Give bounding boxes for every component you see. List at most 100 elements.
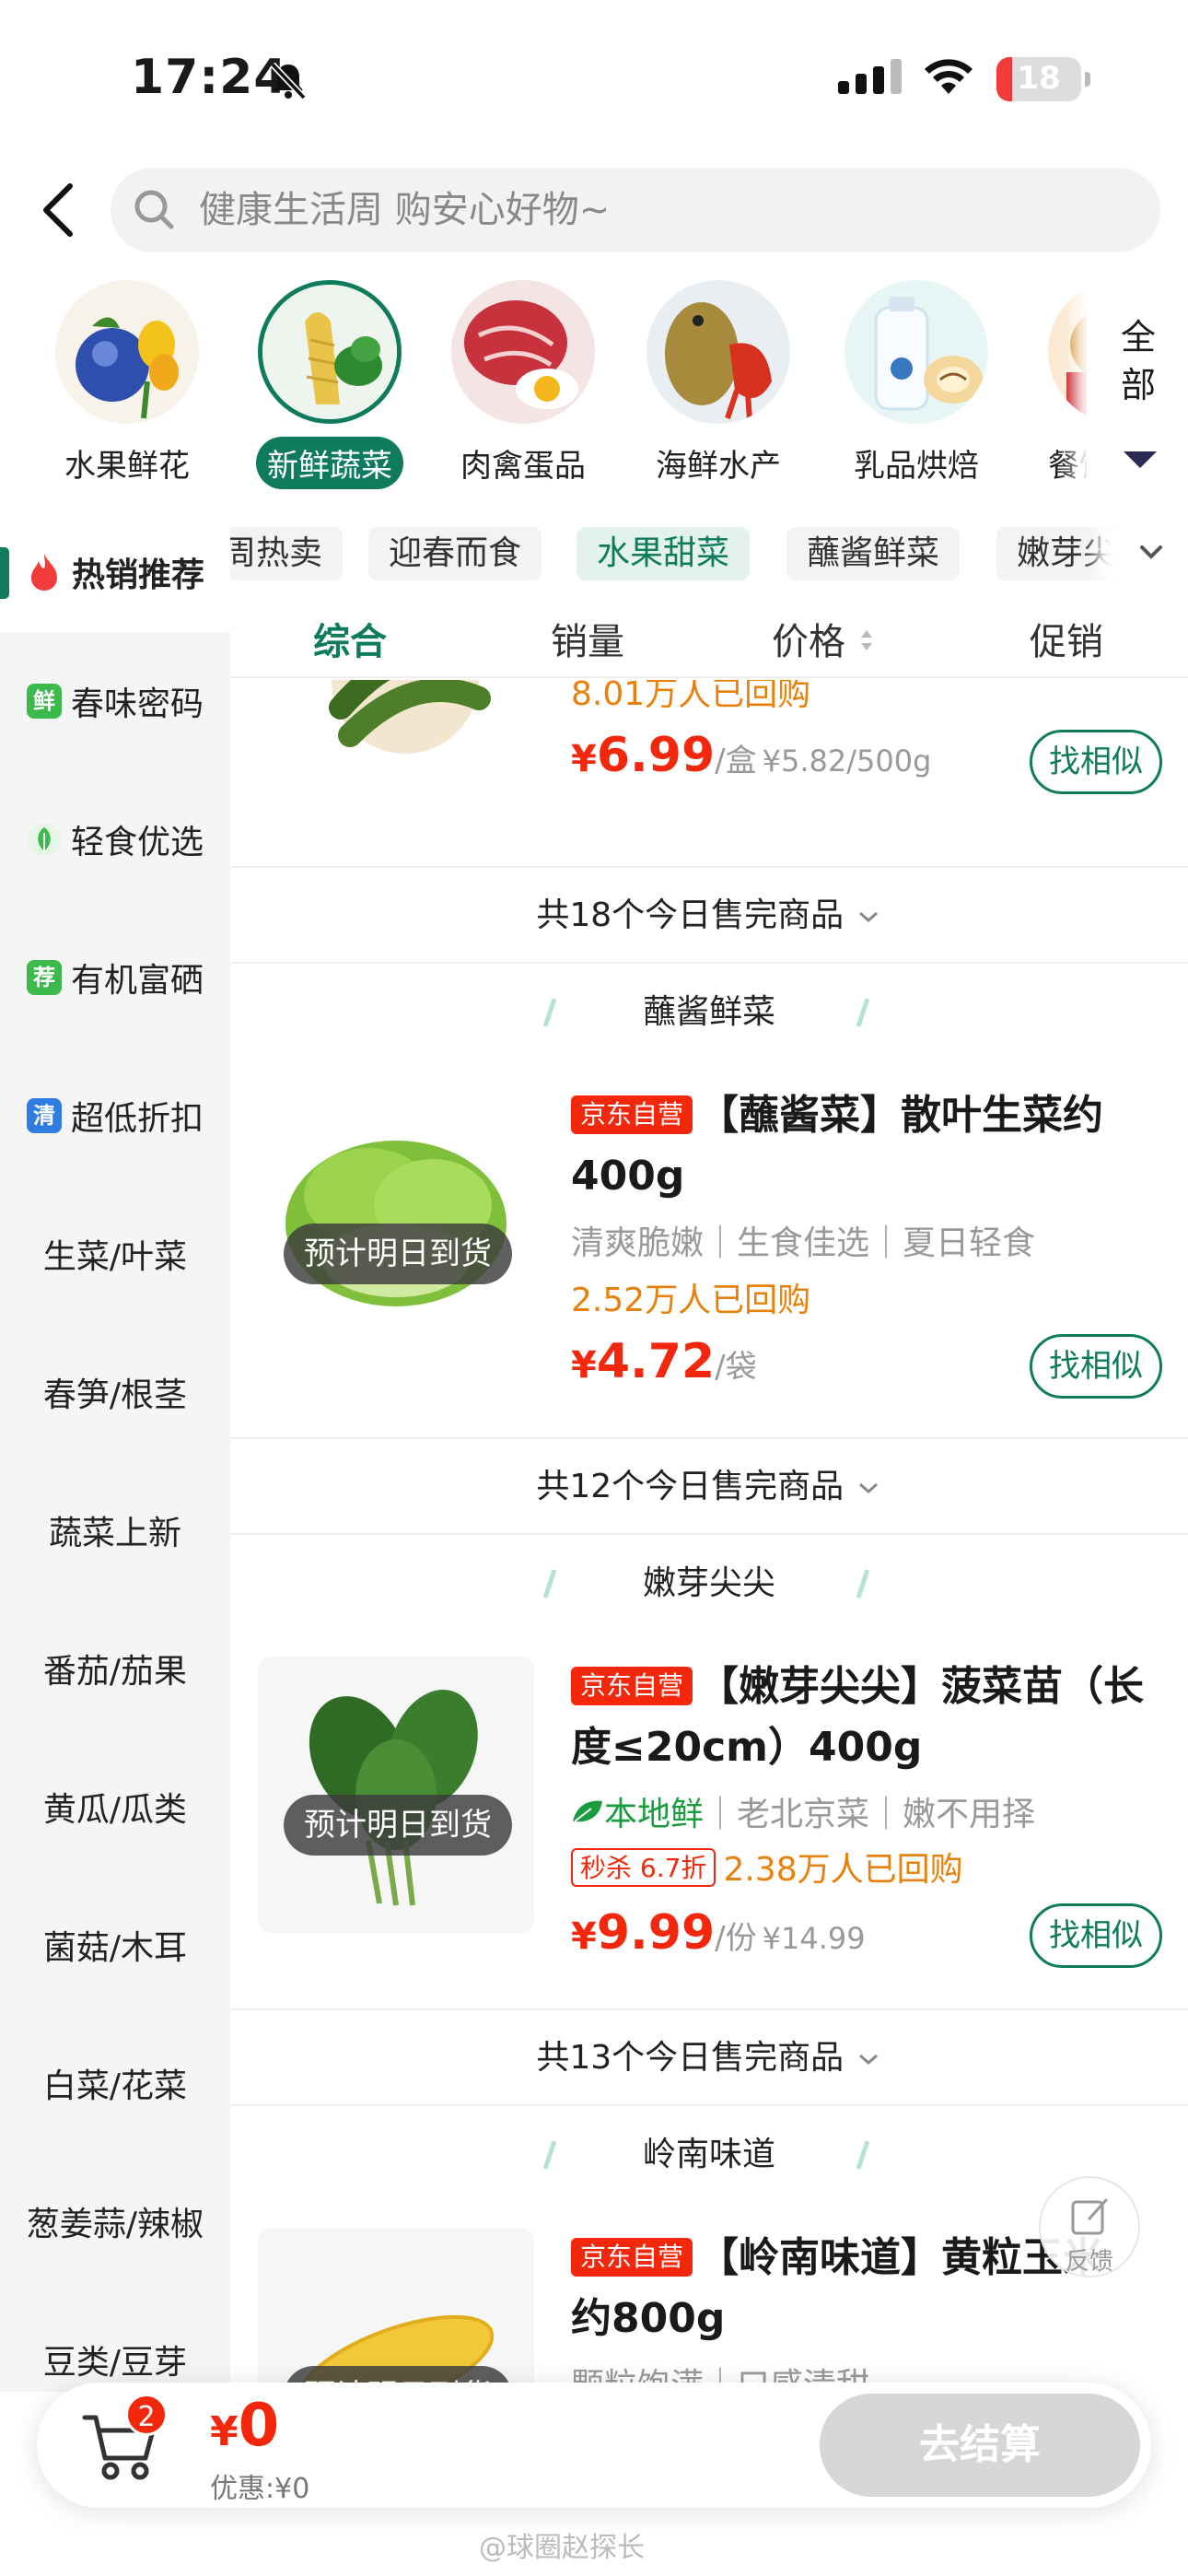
checkout-button[interactable]: 去结算 [820,2394,1140,2497]
category-label: 新鲜蔬菜 [256,437,403,489]
nav-item-scallion-ginger-garlic[interactable]: 葱姜蒜/辣椒 [0,2152,230,2290]
category-fresh-vegetables[interactable]: 新鲜蔬菜 [238,276,422,489]
slash-decor-icon [543,1569,556,1598]
attributes-text: ｜老北京菜｜嫩不用择 [704,1796,1036,1833]
sort-sales[interactable]: 销量 [551,612,624,665]
category-fruit-flowers[interactable]: 水果鲜花 [35,276,219,489]
seafood-image [646,280,790,424]
tag-weekly-hot[interactable]: 周热卖 [230,527,344,580]
product-card-spinach[interactable]: 预计明日到货 京东自营 【嫩芽尖尖】菠菜苗（长度≤20cm）400g 本地鲜｜老北… [230,1657,1188,2025]
expand-tags-button[interactable] [1114,521,1188,586]
divider [230,1533,1188,1535]
edit-feedback-icon [1071,2198,1108,2235]
slash-decor-icon [543,998,556,1027]
sort-price[interactable]: 价格 [772,612,876,665]
nav-item-organic-selenium[interactable]: 荐 有机富硒 [0,908,230,1047]
left-category-nav: 热销推荐 鲜 春味密码 轻食优选 荐 有机富硒 清 超低折扣 生菜/叶菜 春笋/… [0,512,230,2392]
sort-arrows-icon [860,630,872,650]
price-unit: /盒 [715,743,757,779]
sort-promotion[interactable]: 促销 [1030,612,1103,665]
currency: ¥ [210,2408,239,2455]
nav-label: 菌菇/木耳 [42,1929,188,1967]
delivery-eta-pill: 预计明日到货 [284,1795,512,1856]
cart-total-value: 0 [238,2392,280,2460]
section-header-sprouts: 嫩芽尖尖 [230,1542,1188,1625]
sold-out-fold[interactable]: 共12个今日售完商品 [230,1441,1188,1533]
back-chevron-icon[interactable] [33,181,85,240]
nav-item-tomato-eggplant[interactable]: 番茄/茄果 [0,1599,230,1738]
tag-spring-food[interactable]: 迎春而食 [368,527,542,580]
sort-comprehensive[interactable]: 综合 [313,612,387,665]
product-price: ¥9.99/份 ¥14.99 [571,1905,866,1961]
divider [230,1437,1188,1439]
nav-item-spring-flavor[interactable]: 鲜 春味密码 [0,632,230,770]
nav-item-cabbage-cauliflower[interactable]: 白菜/花菜 [0,2014,230,2152]
cart-count-badge: 2 [125,2394,168,2436]
find-similar-button[interactable]: 找相似 [1030,730,1162,794]
search-bar[interactable] [111,168,1160,252]
dairy-bakery-image [844,280,988,424]
nav-item-new-vegetables[interactable]: 蔬菜上新 [0,1461,230,1599]
sold-out-label: 共18个今日售完商品 [536,896,844,934]
category-meat-eggs[interactable]: 肉禽蛋品 [431,276,615,489]
divider [230,866,1188,868]
delivery-eta-pill: 预计明日到货 [284,1224,512,1284]
nav-item-mushroom-fungus[interactable]: 菌菇/木耳 [0,1876,230,2014]
product-price: ¥4.72/袋 [571,1334,757,1389]
category-seafood[interactable]: 海鲜水产 [626,276,810,489]
find-similar-button[interactable]: 找相似 [1030,1334,1162,1399]
flash-sale-badge: 秒杀 6.7折 [571,1848,716,1887]
tag-fruit-sweet[interactable]: 水果甜菜 [577,527,751,580]
divider [230,2104,1188,2106]
find-similar-button[interactable]: 找相似 [1030,1903,1162,1968]
tag-dip-vegetables[interactable]: 蘸酱鲜菜 [786,527,961,580]
fresh-vegetables-image [258,280,402,424]
sold-out-fold[interactable]: 共18个今日售完商品 [230,870,1188,962]
wifi-icon [925,59,973,94]
fruit-flowers-image [55,280,199,424]
all-categories-button[interactable]: 全 部 [1087,276,1188,488]
clearance-badge-icon: 清 [26,1098,62,1133]
nav-item-hot-sale[interactable]: 热销推荐 [0,512,230,632]
sold-out-label: 共13个今日售完商品 [536,2039,844,2077]
delivery-eta-pill: 预计明日到货 [284,2366,512,2384]
divider [230,2008,1188,2010]
nav-item-lettuce-greens[interactable]: 生菜/叶菜 [0,1185,230,1323]
category-dairy-bakery[interactable]: 乳品烘焙 [824,276,1008,489]
product-title: 京东自营 【蘸酱菜】散叶生菜约400g [571,1085,1170,1207]
nav-label: 番茄/茄果 [42,1653,188,1691]
nav-item-low-discount[interactable]: 清 超低折扣 [0,1047,230,1185]
repurchase-count: 8.01万人已回购 [571,680,811,713]
product-card-lettuce[interactable]: 预计明日到货 京东自营 【蘸酱菜】散叶生菜约400g 清爽脆嫩｜生食佳选｜夏日轻食… [230,1085,1188,1454]
product-title: 京东自营 【嫩芽尖尖】菠菜苗（长度≤20cm）400g [571,1657,1170,1778]
battery-level: 18 [1017,60,1061,97]
sold-out-fold[interactable]: 共13个今日售完商品 [230,2012,1188,2104]
feedback-label: 反馈 [1065,2248,1113,2276]
nav-item-light-food[interactable]: 轻食优选 [0,770,230,908]
product-price: ¥6.99/盒 ¥5.82/500g [571,728,931,783]
flame-icon [30,554,57,591]
chevron-down-icon [1140,545,1162,559]
price-unit: /份 [715,1920,757,1957]
category-label: 乳品烘焙 [854,448,979,485]
cart-total: ¥0 [210,2392,279,2460]
nav-item-cucumber-melons[interactable]: 黄瓜/瓜类 [0,1738,230,1876]
sold-out-label: 共12个今日售完商品 [536,1468,844,1505]
nav-item-bamboo-roots[interactable]: 春笋/根茎 [0,1323,230,1461]
search-input[interactable] [199,168,1120,252]
section-title: 岭南味道 [642,2136,775,2173]
leaf-icon [573,1800,602,1822]
repurchase-count: 秒杀 6.7折 2.38万人已回购 [571,1843,963,1891]
recommend-badge-icon: 荐 [26,960,62,995]
jd-self-operated-badge: 京东自营 [571,2238,693,2277]
all-categories-label-1: 全 [1120,317,1156,357]
currency: ¥ [571,738,597,780]
jd-self-operated-badge: 京东自营 [571,1667,693,1705]
feedback-button[interactable]: 反馈 [1039,2176,1140,2277]
all-categories-label-2: 部 [1120,365,1156,405]
category-label: 肉禽蛋品 [460,448,586,485]
nav-label: 蔬菜上新 [48,1515,181,1552]
jd-self-operated-badge: 京东自营 [571,1095,693,1134]
nav-label: 生菜/叶菜 [42,1238,188,1276]
chevron-down-icon [858,2054,878,2066]
